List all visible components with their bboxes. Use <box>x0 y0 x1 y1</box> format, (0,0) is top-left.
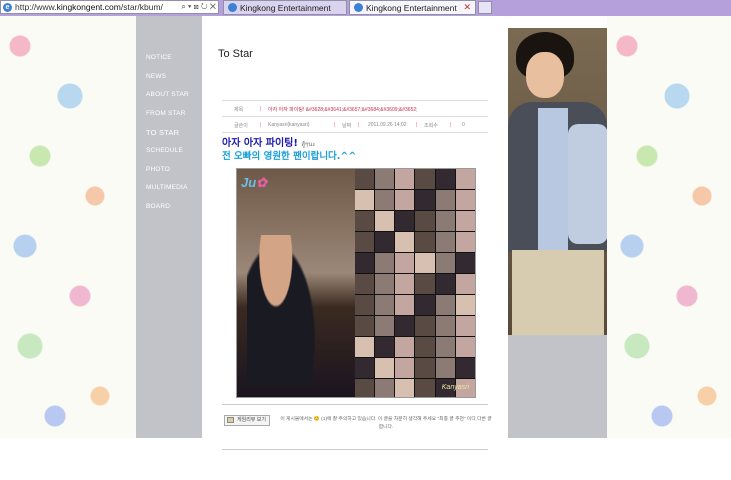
url-text[interactable]: http://www.kingkongent.com/star/kbum/ <box>15 2 179 12</box>
collage-caption: Kanyasri <box>441 384 469 391</box>
meta-separator: | <box>358 122 360 128</box>
footer-notice: 이 게시물에서는 😊 (1)에 잘 주의하고 있습니다. 이 글을 차분히 생각… <box>280 417 492 430</box>
views-value: 0 <box>462 122 465 128</box>
right-column-band <box>508 335 607 438</box>
collage-main-photo: Ju✿ <box>237 169 355 397</box>
background-pattern-right <box>607 16 731 438</box>
flower-icon: ✿ <box>256 175 268 190</box>
collage-person <box>247 235 319 385</box>
meta-row-info: 글쓴이 | Kanyasri(kanyasri) | 날짜 | 2011.09.… <box>222 116 488 133</box>
ie-icon: e <box>3 2 12 12</box>
star-photo <box>508 28 607 335</box>
review-button[interactable]: 게임리뷰 보기 <box>224 415 270 426</box>
collage-logo: Ju✿ <box>241 175 268 190</box>
tab-label: Kingkong Entertainment <box>240 2 331 13</box>
meta-separator: | <box>260 106 262 112</box>
subject-value: 아자 아자 파이팅! &#3628;&#3641;&#3657;&#3684;&… <box>268 107 418 113</box>
collage-thumbnail-grid <box>355 169 475 397</box>
nav-multimedia[interactable]: MULTIMEDIA <box>146 184 188 191</box>
content-panel: To Star 제목 | 아자 아자 파이팅! &#3628;&#3641;&#… <box>202 28 508 450</box>
ie-tab-icon <box>228 3 237 12</box>
bottom-divider <box>222 449 488 450</box>
tab-kingkong-1[interactable]: Kingkong Entertainment <box>223 0 347 15</box>
meta-separator: | <box>334 122 336 128</box>
fan-collage-image: Ju✿ Kanyasri <box>236 168 476 398</box>
address-bar[interactable]: e http://www.kingkongent.com/star/kbum/ … <box>0 0 219 14</box>
meta-row-subject: 제목 | 아자 아자 파이팅! &#3628;&#3641;&#3657;&#3… <box>222 100 488 116</box>
nav-notice[interactable]: NOTICE <box>146 54 172 61</box>
nav-photo[interactable]: PHOTO <box>146 166 170 173</box>
ie-tab-icon <box>354 3 363 12</box>
tab-kingkong-2[interactable]: Kingkong Entertainment ✕ <box>349 0 476 15</box>
nav-from-star[interactable]: FROM STAR <box>146 110 186 117</box>
sidebar-nav: NOTICE NEWS ABOUT STAR FROM STAR TO STAR… <box>136 16 202 438</box>
nav-schedule[interactable]: SCHEDULE <box>146 147 183 154</box>
page-title: To Star <box>218 48 253 60</box>
meta-separator: | <box>260 122 262 128</box>
date-value: 2011.09.26 14:02 <box>368 122 407 128</box>
author-label: 글쓴이 <box>234 123 248 129</box>
nav-about-star[interactable]: ABOUT STAR <box>146 91 189 98</box>
web-page: NOTICE NEWS ABOUT STAR FROM STAR TO STAR… <box>0 16 731 480</box>
background-pattern-left <box>0 16 136 438</box>
meta-separator: | <box>416 122 418 128</box>
address-controls[interactable]: ⌕ ▾ ⊠ ↻ ✕ <box>181 2 216 12</box>
post-footer: 게임리뷰 보기 이 게시물에서는 😊 (1)에 잘 주의하고 있습니다. 이 글… <box>222 404 492 430</box>
subject-label: 제목 <box>234 107 244 113</box>
browser-chrome: e http://www.kingkongent.com/star/kbum/ … <box>0 0 731 16</box>
post-meta-table: 제목 | 아자 아자 파이팅! &#3628;&#3641;&#3657;&#3… <box>222 100 488 133</box>
close-tab-icon[interactable]: ✕ <box>463 2 471 13</box>
meta-separator: | <box>450 122 452 128</box>
date-label: 날짜 <box>342 123 352 129</box>
nav-to-star[interactable]: TO STAR <box>146 128 179 137</box>
message-line-2: 전 오빠의 영원한 팬이랍니다.^^ <box>222 151 357 162</box>
views-label: 조회수 <box>424 123 438 129</box>
nav-board[interactable]: BOARD <box>146 203 170 210</box>
message-line-1: 아자 아자 파이팅! สู้ๆนะ <box>222 138 316 149</box>
nav-news[interactable]: NEWS <box>146 73 166 80</box>
message-thai-suffix: สู้ๆนะ <box>301 141 316 148</box>
tab-label: Kingkong Entertainment <box>366 2 457 13</box>
author-value[interactable]: Kanyasri(kanyasri) <box>268 122 309 128</box>
new-tab-button[interactable] <box>478 1 492 14</box>
